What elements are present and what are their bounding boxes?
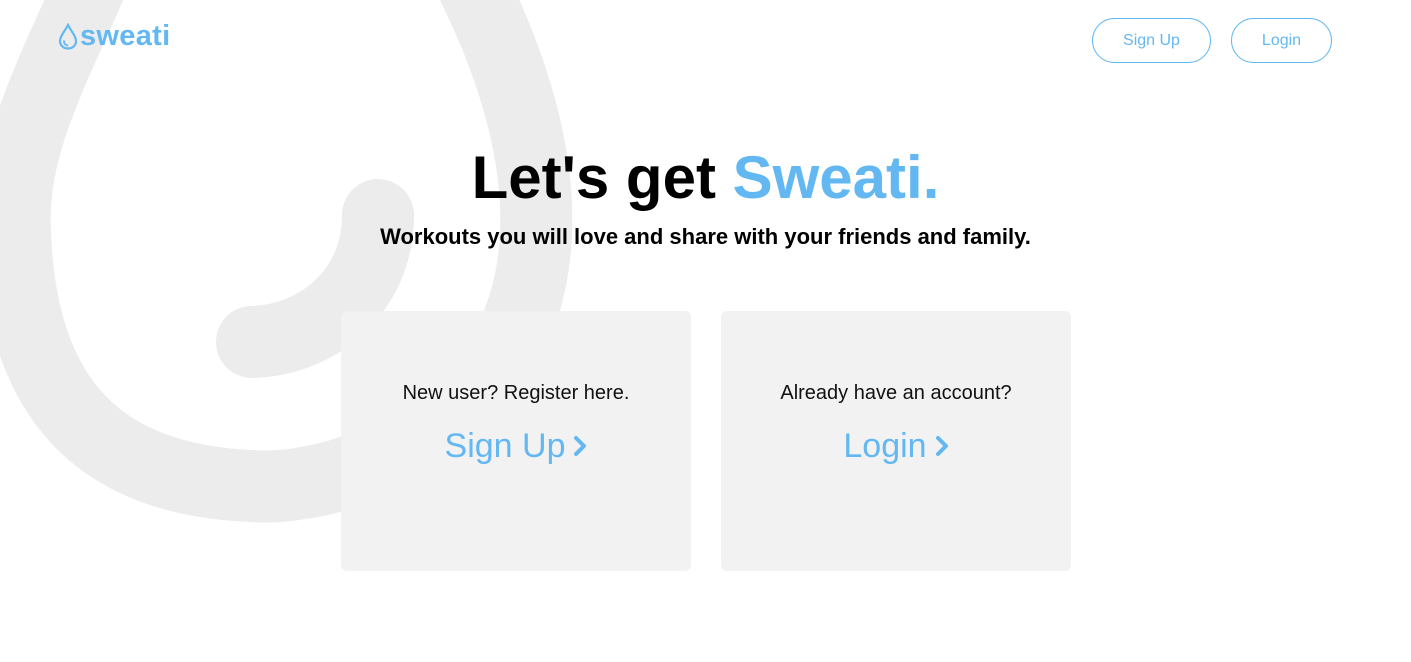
signup-card: New user? Register here. Sign Up <box>341 311 691 571</box>
hero-title: Let's get Sweati. <box>0 143 1411 213</box>
landing-page: sweati Sign Up Login Let's get Sweati. W… <box>0 0 1411 662</box>
login-card: Already have an account? Login <box>721 311 1071 571</box>
hero-title-accent: Sweati. <box>732 144 940 211</box>
signup-link-label: Sign Up <box>444 427 566 465</box>
chevron-right-icon <box>935 435 949 457</box>
header-signup-button[interactable]: Sign Up <box>1092 18 1211 63</box>
signup-link[interactable]: Sign Up <box>341 426 691 466</box>
header-login-button[interactable]: Login <box>1231 18 1332 63</box>
login-link[interactable]: Login <box>721 426 1071 466</box>
background-drop-graphic <box>0 0 573 523</box>
hero-subtitle: Workouts you will love and share with yo… <box>380 224 1031 249</box>
login-link-label: Login <box>843 427 927 465</box>
brand-name: sweati <box>80 20 171 52</box>
hero-title-prefix: Let's get <box>471 144 733 211</box>
water-drop-icon <box>58 23 78 50</box>
signup-prompt: New user? Register here. <box>402 382 630 404</box>
login-prompt: Already have an account? <box>780 382 1012 404</box>
chevron-right-icon <box>573 435 587 457</box>
brand-logo[interactable]: sweati <box>58 22 170 51</box>
